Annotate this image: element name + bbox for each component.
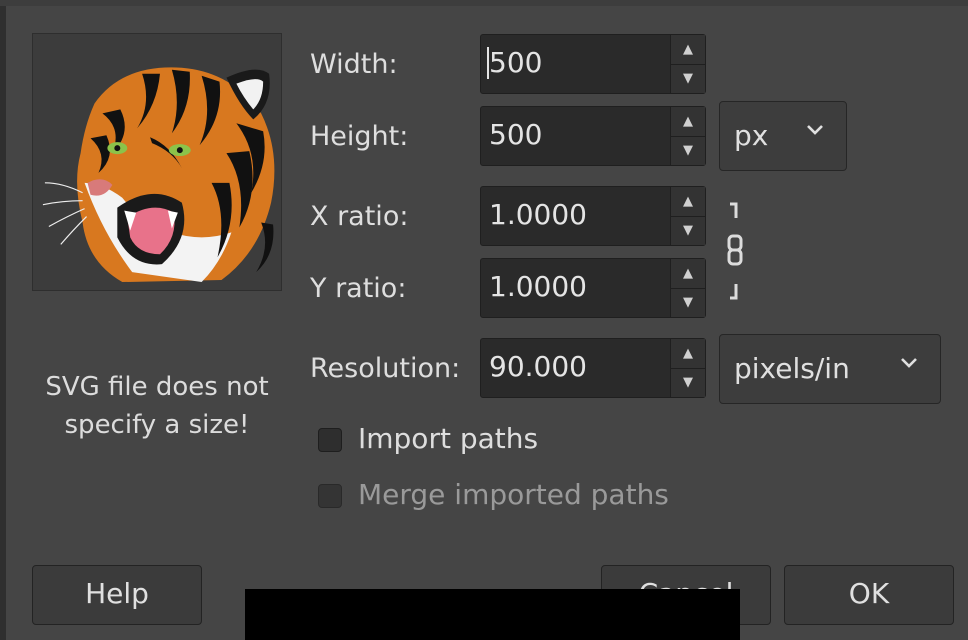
size-warning-note: SVG file does not specify a size!: [22, 368, 292, 444]
chain-link-icon[interactable]: [722, 198, 752, 306]
x-ratio-spinbutton[interactable]: 1.0000 ▲ ▼: [480, 186, 706, 246]
height-label: Height:: [310, 121, 409, 152]
merge-paths-checkbox: [318, 484, 342, 508]
y-ratio-label: Y ratio:: [310, 273, 407, 304]
window-edge-top: [0, 0, 968, 6]
resolution-spinbutton[interactable]: 90.000 ▲ ▼: [480, 338, 706, 398]
x-ratio-value[interactable]: 1.0000: [489, 197, 587, 233]
window-edge-left: [0, 0, 6, 640]
svg-preview: [32, 33, 282, 291]
y-ratio-spin-arrows: ▲ ▼: [670, 259, 705, 317]
resolution-unit-value: pixels/in: [734, 352, 850, 385]
resolution-unit-combo[interactable]: pixels/in: [719, 334, 941, 404]
y-ratio-spinbutton[interactable]: 1.0000 ▲ ▼: [480, 258, 706, 318]
arrow-up-icon[interactable]: ▲: [671, 339, 705, 369]
chevron-down-icon: [807, 125, 823, 135]
y-ratio-value[interactable]: 1.0000: [489, 269, 587, 305]
resolution-label: Resolution:: [310, 353, 461, 384]
arrow-up-icon[interactable]: ▲: [671, 35, 705, 65]
height-spin-arrows: ▲ ▼: [670, 107, 705, 165]
arrow-down-icon[interactable]: ▼: [671, 136, 705, 165]
resolution-spin-arrows: ▲ ▼: [670, 339, 705, 397]
import-paths-label[interactable]: Import paths: [358, 421, 538, 457]
arrow-down-icon[interactable]: ▼: [671, 64, 705, 93]
arrow-up-icon[interactable]: ▲: [671, 107, 705, 137]
x-ratio-spin-arrows: ▲ ▼: [670, 187, 705, 245]
x-ratio-label: X ratio:: [310, 201, 409, 232]
size-note-line-1: SVG file does not: [45, 372, 269, 402]
arrow-up-icon[interactable]: ▲: [671, 259, 705, 289]
width-spin-arrows: ▲ ▼: [670, 35, 705, 93]
arrow-down-icon[interactable]: ▼: [671, 216, 705, 245]
width-label: Width:: [310, 49, 398, 80]
height-value[interactable]: 500: [489, 117, 542, 153]
arrow-up-icon[interactable]: ▲: [671, 187, 705, 217]
black-overlay-bar: [245, 589, 740, 640]
help-button[interactable]: Help: [32, 565, 202, 625]
chevron-down-icon: [901, 358, 917, 368]
merge-paths-label: Merge imported paths: [358, 478, 669, 511]
tiger-thumbnail-icon: [33, 34, 281, 290]
width-spinbutton[interactable]: 500 ▲ ▼: [480, 34, 706, 94]
import-paths-checkbox[interactable]: [318, 428, 342, 452]
width-value[interactable]: 500: [489, 45, 542, 81]
height-spinbutton[interactable]: 500 ▲ ▼: [480, 106, 706, 166]
arrow-down-icon[interactable]: ▼: [671, 288, 705, 317]
size-unit-combo[interactable]: px: [719, 101, 847, 171]
ok-button[interactable]: OK: [784, 565, 954, 625]
size-unit-value: px: [734, 119, 769, 152]
size-note-line-2: specify a size!: [64, 410, 250, 440]
resolution-value[interactable]: 90.000: [489, 349, 587, 385]
arrow-down-icon[interactable]: ▼: [671, 368, 705, 397]
